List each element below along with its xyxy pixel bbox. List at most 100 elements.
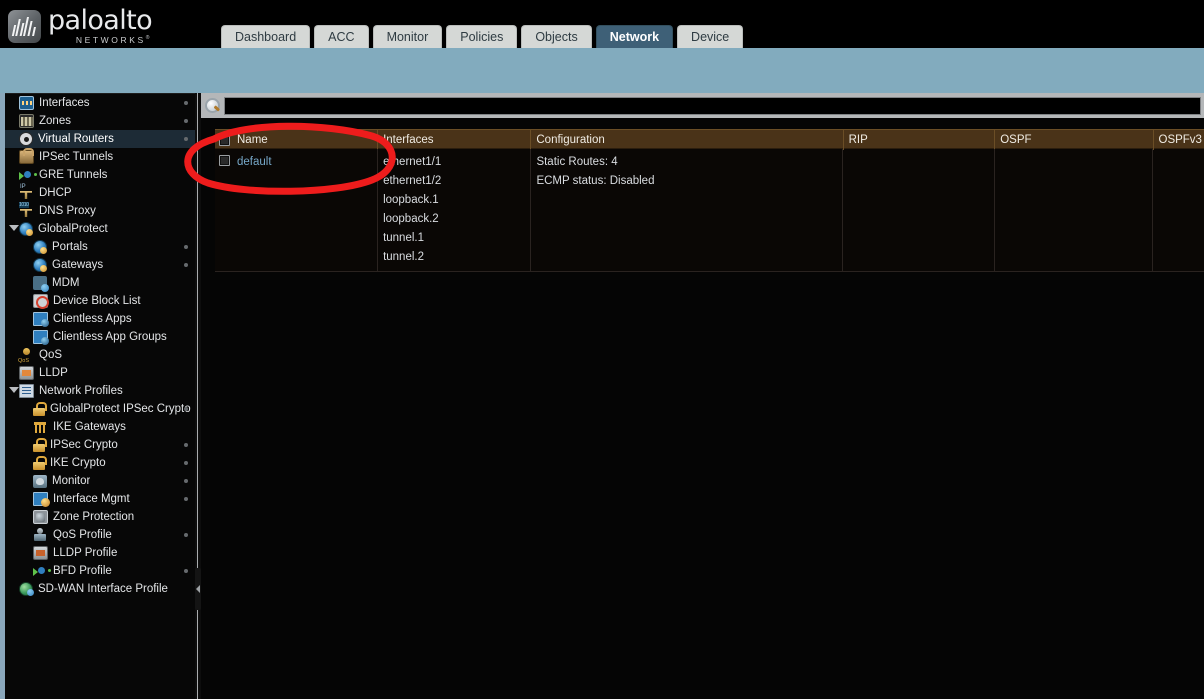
table-body: default ethernet1/1 ethernet1/2 loopback.1 l… <box>215 149 1204 272</box>
sidebar-item-label: Clientless Apps <box>53 313 132 325</box>
sidebar-item-label: IPSec Tunnels <box>39 151 114 163</box>
sidebar-item-label: DHCP <box>39 187 72 199</box>
tab-policies[interactable]: Policies <box>446 25 518 48</box>
column-header-conf[interactable]: Configuration <box>531 130 844 150</box>
sidebar-item-device-block-list[interactable]: Device Block List <box>5 292 195 310</box>
cell-configuration-line: Static Routes: 4 <box>536 156 618 168</box>
column-header-ospf[interactable]: OSPF <box>995 130 1154 150</box>
column-header-label: Interfaces <box>383 134 434 146</box>
sidebar-item-gre-tunnels[interactable]: GRE Tunnels <box>5 166 195 184</box>
lldp-icon <box>19 366 34 380</box>
clientless-apps-icon <box>33 312 49 327</box>
cell-interfaces-line: loopback.1 <box>383 194 439 206</box>
sidebar-item-globalprotect-ipsec-crypto[interactable]: GlobalProtect IPSec Crypto <box>5 400 195 418</box>
sidebar-item-clientless-app-groups[interactable]: Clientless App Groups <box>5 328 195 346</box>
column-header-ospfv3[interactable]: OSPFv3 <box>1154 130 1204 150</box>
search-input[interactable] <box>224 96 1201 115</box>
sidebar-item-indicator-dot <box>184 407 188 411</box>
virtual-router-icon <box>19 132 33 146</box>
gre-tunnel-icon <box>19 168 34 182</box>
portal-icon <box>33 240 47 254</box>
sidebar-item-monitor[interactable]: Monitor <box>5 472 195 490</box>
column-header-intf[interactable]: Interfaces <box>378 130 532 150</box>
sidebar-item-ike-crypto[interactable]: IKE Crypto <box>5 454 195 472</box>
cell-configuration-line: ECMP status: Disabled <box>536 175 655 187</box>
sidebar-item-label: BFD Profile <box>53 565 112 577</box>
sidebar-item-virtual-routers[interactable]: Virtual Routers <box>5 130 195 148</box>
sidebar-item-label: LLDP Profile <box>53 547 118 559</box>
sidebar-item-sd-wan-interface-profile[interactable]: SD-WAN Interface Profile <box>5 580 195 598</box>
qos-icon <box>18 348 34 364</box>
clientless-groups-icon <box>33 330 49 345</box>
cell-interfaces: ethernet1/1 ethernet1/2 loopback.1 loopback… <box>378 149 532 272</box>
sidebar-item-mdm[interactable]: MDM <box>5 274 195 292</box>
sdwan-icon <box>19 582 34 596</box>
globalprotect-icon <box>19 222 33 236</box>
tab-acc[interactable]: ACC <box>314 25 369 48</box>
column-header-label: OSPF <box>1000 134 1032 146</box>
sidebar-item-dhcp[interactable]: DHCP <box>5 184 195 202</box>
row-select-checkbox[interactable] <box>219 155 230 166</box>
cell-ospfv3 <box>1152 149 1204 272</box>
lock-icon <box>33 402 47 416</box>
main-content-panel: Name Interfaces Configuration RIP OSPF OSPFv3… <box>201 93 1204 699</box>
sidebar-item-ike-gateways[interactable]: IKE Gateways <box>5 418 195 436</box>
chevron-down-icon[interactable] <box>9 387 19 393</box>
tab-dashboard[interactable]: Dashboard <box>221 25 311 48</box>
sidebar-item-label: Device Block List <box>53 295 141 307</box>
top-bar: paloalto NETWORKS® Dashboard ACC Monitor Po… <box>0 0 1204 48</box>
zones-icon <box>19 114 34 128</box>
sidebar-item-indicator-dot <box>184 497 188 501</box>
dhcp-icon <box>19 184 34 200</box>
column-header-label: RIP <box>848 134 868 146</box>
sidebar-item-interface-mgmt[interactable]: Interface Mgmt <box>5 490 195 508</box>
cell-interfaces-line: ethernet1/1 <box>383 156 442 168</box>
tab-objects[interactable]: Objects <box>521 25 592 48</box>
select-all-checkbox[interactable] <box>219 134 230 146</box>
search-icon <box>205 97 221 114</box>
column-header-label: Name <box>237 134 268 146</box>
sidebar-item-ipsec-tunnels[interactable]: IPSec Tunnels <box>5 148 195 166</box>
column-header-name[interactable]: Name <box>215 130 379 150</box>
sidebar-item-interfaces[interactable]: Interfaces <box>5 94 195 112</box>
sidebar-item-indicator-dot <box>184 461 188 465</box>
sidebar-item-dns-proxy[interactable]: DNS Proxy <box>5 202 195 220</box>
virtual-routers-table: Name Interfaces Configuration RIP OSPF OSPFv3… <box>215 129 1204 272</box>
cell-interfaces-line: tunnel.2 <box>383 251 424 263</box>
sidebar-item-zone-protection[interactable]: Zone Protection <box>5 508 195 526</box>
sidebar-item-bfd-profile[interactable]: BFD Profile <box>5 562 195 580</box>
cell-name: default <box>215 149 379 272</box>
sidebar-item-gateways[interactable]: Gateways <box>5 256 195 274</box>
chevron-down-icon[interactable] <box>9 225 19 231</box>
brand-tagline: NETWORKS® <box>75 35 153 45</box>
sidebar-item-qos[interactable]: QoS <box>5 346 195 364</box>
sidebar-item-lldp-profile[interactable]: LLDP Profile <box>5 544 195 562</box>
sidebar-item-indicator-dot <box>184 263 188 267</box>
table-row[interactable]: default ethernet1/1 ethernet1/2 loopback.1 l… <box>215 149 1204 272</box>
sidebar-item-qos-profile[interactable]: QoS Profile <box>5 526 195 544</box>
interface-mgmt-icon <box>33 492 50 507</box>
sidebar-item-indicator-dot <box>184 101 188 105</box>
paloalto-logo: paloalto NETWORKS® <box>8 5 153 45</box>
sidebar-item-lldp[interactable]: LLDP <box>5 364 195 382</box>
tab-network[interactable]: Network <box>595 25 674 48</box>
sidebar-item-indicator-dot <box>184 479 188 483</box>
sidebar-item-network-profiles[interactable]: Network Profiles <box>5 382 195 400</box>
tab-device[interactable]: Device <box>677 25 744 48</box>
sidebar-item-label: Gateways <box>52 259 104 271</box>
column-header-rip[interactable]: RIP <box>844 130 996 150</box>
sidebar-item-zones[interactable]: Zones <box>5 112 195 130</box>
sidebar-item-clientless-apps[interactable]: Clientless Apps <box>5 310 195 328</box>
sidebar-item-ipsec-crypto[interactable]: IPSec Crypto <box>5 436 195 454</box>
tab-monitor[interactable]: Monitor <box>372 25 443 48</box>
sidebar-item-label: Interface Mgmt <box>53 493 130 505</box>
sidebar-item-label: Virtual Routers <box>38 133 114 145</box>
ipsec-tunnel-icon <box>19 148 34 164</box>
sidebar-item-label: SD-WAN Interface Profile <box>38 583 168 595</box>
sidebar-item-portals[interactable]: Portals <box>5 238 195 256</box>
lock-icon <box>33 456 47 470</box>
sidebar-item-globalprotect[interactable]: GlobalProtect <box>5 220 195 238</box>
ike-gateway-icon <box>33 420 48 434</box>
virtual-router-name-link[interactable]: default <box>237 153 272 172</box>
header-band <box>0 48 1204 93</box>
